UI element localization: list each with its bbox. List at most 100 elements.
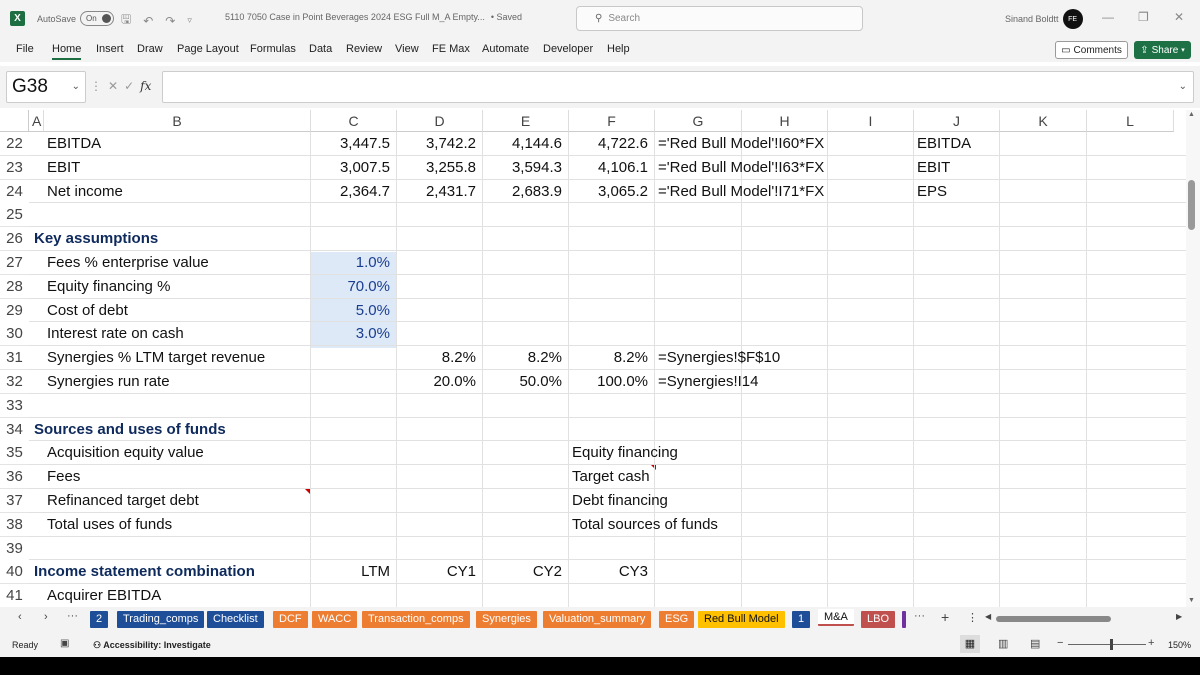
sheet-tab-transaction-comps[interactable]: Transaction_comps: [362, 611, 470, 628]
sheet-tab-synergies[interactable]: Synergies: [476, 611, 537, 628]
sheet-tab-trading-comps[interactable]: Trading_comps: [117, 611, 205, 628]
more-tabs-icon[interactable]: ···: [914, 610, 925, 622]
cell-e31[interactable]: 8.2%: [483, 346, 562, 370]
horizontal-scroll-thumb[interactable]: [996, 616, 1111, 622]
tab-automate[interactable]: Automate: [482, 43, 529, 55]
tab-page-layout[interactable]: Page Layout: [177, 43, 239, 55]
cell-b31[interactable]: Synergies % LTM target revenue: [47, 346, 265, 370]
close-icon[interactable]: ✕: [1174, 10, 1184, 24]
cell-g24[interactable]: ='Red Bull Model'!I71*FX: [658, 180, 824, 204]
sheet-tab-esg[interactable]: ESG: [659, 611, 695, 628]
cell-d24[interactable]: 2,431.7: [397, 180, 476, 204]
sheet-tab-wacc[interactable]: WACC: [312, 611, 358, 628]
cell-g31[interactable]: =Synergies!$F$10: [658, 346, 780, 370]
cell-d23[interactable]: 3,255.8: [397, 156, 476, 180]
cell-b36[interactable]: Fees: [47, 465, 80, 489]
tab-file[interactable]: File: [16, 43, 34, 55]
cell-e32[interactable]: 50.0%: [483, 370, 562, 394]
cell-b38[interactable]: Total uses of funds: [47, 513, 172, 537]
formula-input[interactable]: ⌄: [162, 71, 1194, 103]
avatar[interactable]: FE: [1062, 9, 1083, 29]
sheet-options-icon[interactable]: ⋮: [967, 611, 978, 624]
zoom-out-icon[interactable]: −: [1057, 637, 1063, 649]
cell-c30[interactable]: 3.0%: [311, 322, 390, 346]
row-header-25[interactable]: 25: [0, 203, 29, 228]
sheet-tab-red-bull-model[interactable]: Red Bull Model: [698, 611, 785, 628]
row-header-40[interactable]: 40: [0, 560, 29, 585]
tab-help[interactable]: Help: [607, 43, 630, 55]
insert-function-icon[interactable]: fx: [140, 79, 151, 93]
tab-insert[interactable]: Insert: [96, 43, 124, 55]
row-header-24[interactable]: 24: [0, 179, 29, 204]
cell-f38[interactable]: Total sources of funds: [572, 513, 718, 537]
cell-e22[interactable]: 4,144.6: [483, 132, 562, 156]
column-header-l[interactable]: L: [1087, 110, 1174, 132]
cell-d22[interactable]: 3,742.2: [397, 132, 476, 156]
row-header-30[interactable]: 30: [0, 322, 29, 347]
cell-c24[interactable]: 2,364.7: [311, 180, 390, 204]
column-header-k[interactable]: K: [1000, 110, 1087, 132]
cell-f36[interactable]: Target cash: [572, 465, 650, 489]
prev-sheet-icon[interactable]: ‹: [18, 611, 22, 623]
row-header-39[interactable]: 39: [0, 536, 29, 561]
sheet-tab-dcf[interactable]: DCF: [273, 611, 308, 628]
save-icon[interactable]: 🖫: [121, 10, 131, 31]
cancel-icon[interactable]: ✕: [108, 79, 118, 93]
cell-f35[interactable]: Equity financing: [572, 441, 678, 465]
column-header-d[interactable]: D: [397, 110, 483, 132]
column-header-g[interactable]: G: [655, 110, 742, 132]
row-header-22[interactable]: 22: [0, 132, 29, 156]
cell-f24[interactable]: 3,065.2: [569, 180, 648, 204]
next-sheet-icon[interactable]: ›: [44, 611, 48, 623]
cell-e40[interactable]: CY2: [483, 560, 562, 584]
cell-d31[interactable]: 8.2%: [397, 346, 476, 370]
worksheet-grid[interactable]: A B C D E F G H I J K L 22 23 24 25 26 27 28 29 30 31 32 33 34 35…: [0, 110, 1186, 607]
cell-j22[interactable]: EBITDA: [917, 132, 971, 156]
chevron-down-icon[interactable]: ⌄: [72, 81, 80, 92]
cell-c29[interactable]: 5.0%: [311, 299, 390, 323]
row-header-26[interactable]: 26: [0, 227, 29, 252]
cell-c40[interactable]: LTM: [311, 560, 390, 584]
document-title[interactable]: 5110 7050 Case in Point Beverages 2024 E…: [225, 12, 522, 22]
expand-formula-icon[interactable]: ⌄: [1179, 81, 1187, 92]
zoom-level[interactable]: 150%: [1168, 640, 1191, 650]
tab-developer[interactable]: Developer: [543, 43, 593, 55]
row-header-34[interactable]: 34: [0, 417, 29, 442]
cell-g23[interactable]: ='Red Bull Model'!I63*FX: [658, 156, 824, 180]
column-header-h[interactable]: H: [742, 110, 828, 132]
cell-b41[interactable]: Acquirer EBITDA: [47, 584, 161, 607]
row-header-36[interactable]: 36: [0, 465, 29, 490]
sheet-tab-m-a[interactable]: M&A: [818, 609, 854, 626]
cell-f40[interactable]: CY3: [569, 560, 648, 584]
column-header-a[interactable]: A: [29, 110, 44, 132]
row-header-35[interactable]: 35: [0, 441, 29, 466]
row-header-27[interactable]: 27: [0, 251, 29, 275]
row-header-31[interactable]: 31: [0, 346, 29, 371]
sheet-tab-1[interactable]: 1: [792, 611, 811, 628]
tab-review[interactable]: Review: [346, 43, 382, 55]
autosave[interactable]: AutoSave On: [37, 11, 115, 26]
cell-j23[interactable]: EBIT: [917, 156, 950, 180]
cell-b37[interactable]: Refinanced target debt: [47, 489, 199, 513]
cell-b27[interactable]: Fees % enterprise value: [47, 251, 209, 275]
sheet-tab-valuation-summary[interactable]: Valuation_summary: [543, 611, 652, 628]
page-layout-view-icon[interactable]: ▥: [998, 637, 1008, 650]
autosave-toggle[interactable]: On: [80, 11, 115, 26]
cell-f31[interactable]: 8.2%: [569, 346, 648, 370]
cell-g22[interactable]: ='Red Bull Model'!I60*FX: [658, 132, 824, 156]
accessibility-status[interactable]: ⚇ Accessibility: Investigate: [93, 640, 211, 651]
cell-f23[interactable]: 4,106.1: [569, 156, 648, 180]
cell-a34[interactable]: Sources and uses of funds: [34, 418, 226, 442]
column-header-e[interactable]: E: [483, 110, 569, 132]
scroll-left-icon[interactable]: ◀: [985, 612, 991, 621]
column-header-f[interactable]: F: [569, 110, 655, 132]
sheet-tab-overflow[interactable]: [902, 611, 906, 628]
row-header-29[interactable]: 29: [0, 298, 29, 323]
cell-d40[interactable]: CY1: [397, 560, 476, 584]
cell-a26[interactable]: Key assumptions: [34, 227, 158, 251]
more-sheets-icon[interactable]: ···: [67, 610, 78, 622]
cell-c23[interactable]: 3,007.5: [311, 156, 390, 180]
name-box[interactable]: G38 ⌄: [6, 71, 86, 103]
tab-fe-max[interactable]: FE Max: [432, 43, 470, 55]
row-header-33[interactable]: 33: [0, 393, 29, 418]
